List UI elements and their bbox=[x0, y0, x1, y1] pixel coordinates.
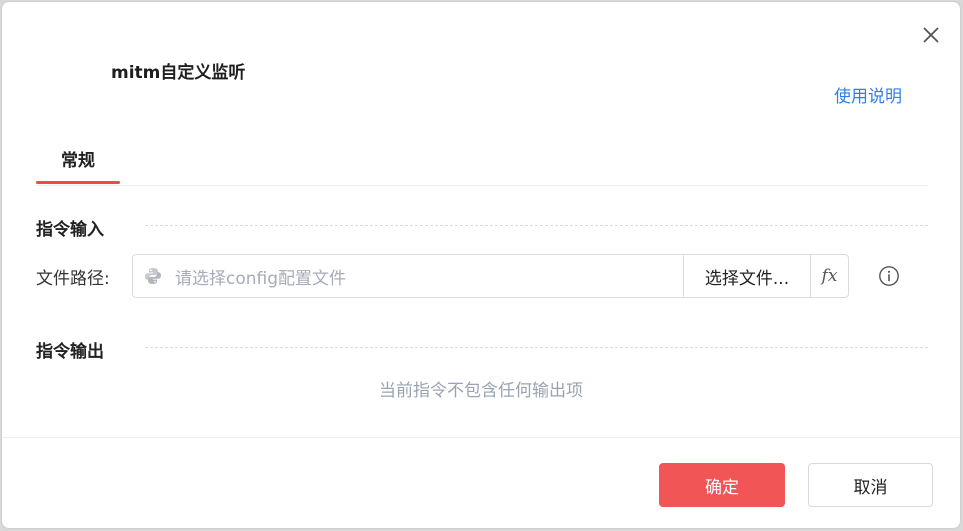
file-path-placeholder[interactable]: 请选择config配置文件 bbox=[173, 255, 683, 297]
cancel-button[interactable]: 取消 bbox=[808, 463, 933, 507]
file-path-label: 文件路径: bbox=[36, 269, 110, 289]
file-path-field[interactable]: 请选择config配置文件 选择文件... fx bbox=[132, 254, 849, 298]
info-icon[interactable] bbox=[878, 265, 900, 287]
choose-file-button[interactable]: 选择文件... bbox=[683, 255, 810, 297]
fx-icon[interactable]: fx bbox=[810, 255, 848, 297]
help-link[interactable]: 使用说明 bbox=[834, 82, 902, 107]
mitm-dialog: mitm自定义监听 使用说明 常规 指令输入 文件路径: 请选择config配置… bbox=[1, 1, 961, 529]
close-icon[interactable] bbox=[920, 24, 942, 46]
output-section-divider bbox=[145, 347, 928, 348]
input-section-divider bbox=[145, 225, 928, 226]
tab-divider bbox=[36, 185, 928, 186]
output-section-title: 指令输出 bbox=[36, 342, 104, 362]
confirm-button[interactable]: 确定 bbox=[659, 463, 785, 507]
active-tab-indicator bbox=[36, 181, 120, 184]
tab-general[interactable]: 常规 bbox=[36, 148, 120, 184]
input-section-title: 指令输入 bbox=[36, 220, 104, 240]
dialog-title: mitm自定义监听 bbox=[111, 63, 246, 83]
python-icon bbox=[133, 255, 173, 297]
empty-output-text: 当前指令不包含任何输出项 bbox=[379, 381, 583, 401]
footer-divider bbox=[2, 437, 960, 438]
